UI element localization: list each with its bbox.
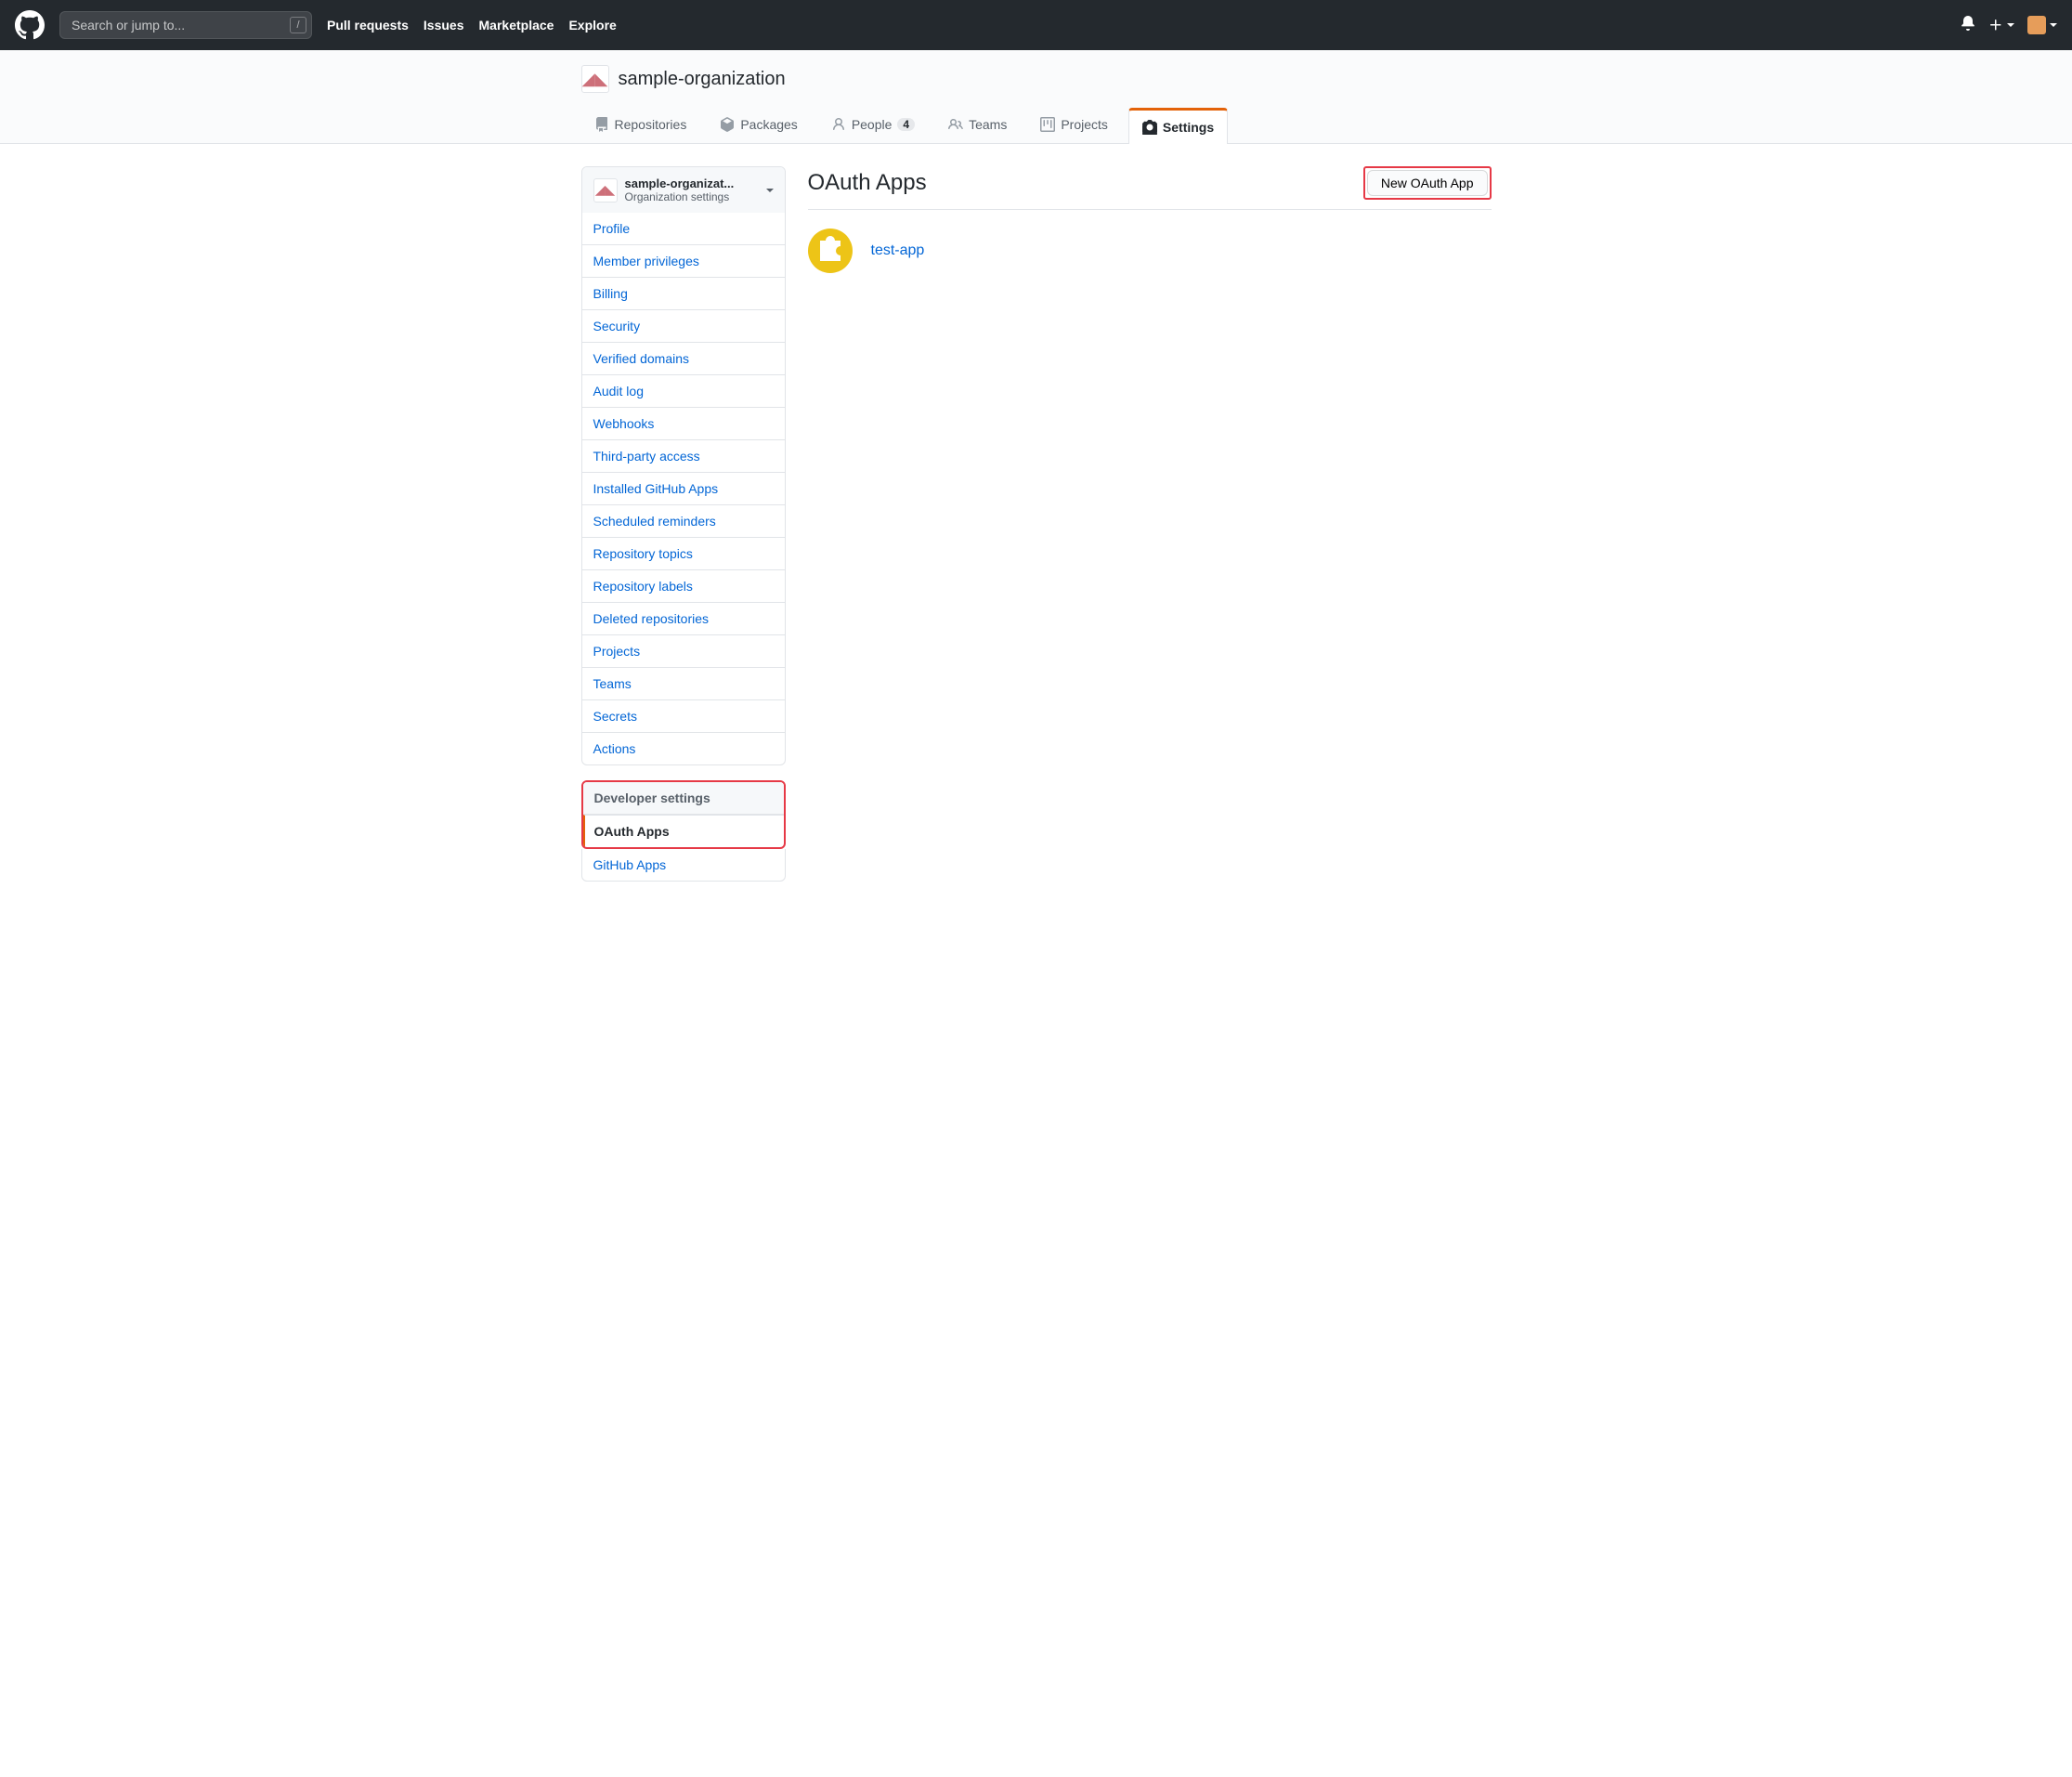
org-settings-menu: ◢◣ sample-organizat... Organization sett… xyxy=(581,166,786,765)
sidebar-item[interactable]: Scheduled reminders xyxy=(582,504,785,537)
top-nav: Pull requests Issues Marketplace Explore xyxy=(327,18,617,33)
org-name[interactable]: sample-organization xyxy=(619,69,786,90)
tab-projects[interactable]: Projects xyxy=(1027,108,1121,143)
app-puzzle-icon xyxy=(808,229,853,273)
nav-explore[interactable]: Explore xyxy=(568,18,616,33)
sidebar-item[interactable]: Deleted repositories xyxy=(582,602,785,634)
tab-settings[interactable]: Settings xyxy=(1128,108,1228,144)
tab-repositories[interactable]: Repositories xyxy=(581,108,700,143)
chevron-down-icon xyxy=(766,189,774,192)
nav-issues[interactable]: Issues xyxy=(424,18,464,33)
developer-settings-menu-cont: GitHub Apps xyxy=(581,849,786,882)
gear-icon xyxy=(1142,120,1157,135)
menu-header[interactable]: ◢◣ sample-organizat... Organization sett… xyxy=(582,167,785,213)
repo-icon xyxy=(594,117,609,132)
sidebar-item[interactable]: Audit log xyxy=(582,374,785,407)
menu-header-name: sample-organizat... xyxy=(625,176,735,190)
nav-marketplace[interactable]: Marketplace xyxy=(479,18,554,33)
tab-label: Settings xyxy=(1163,120,1214,135)
content-header: OAuth Apps New OAuth App xyxy=(808,166,1492,210)
sidebar-item[interactable]: Projects xyxy=(582,634,785,667)
github-logo-icon[interactable] xyxy=(15,10,45,40)
person-icon xyxy=(831,117,846,132)
nav-pull-requests[interactable]: Pull requests xyxy=(327,18,409,33)
package-icon xyxy=(720,117,735,132)
sidebar-item[interactable]: Repository topics xyxy=(582,537,785,569)
sidebar-item[interactable]: Member privileges xyxy=(582,244,785,277)
app-row: test-app xyxy=(808,210,1492,292)
search-input[interactable] xyxy=(59,11,312,39)
project-icon xyxy=(1040,117,1055,132)
sidebar-item-github-apps[interactable]: GitHub Apps xyxy=(582,849,785,881)
org-avatar-icon: ◢◣ xyxy=(593,178,618,203)
tab-packages[interactable]: Packages xyxy=(707,108,810,143)
sidebar-item[interactable]: Installed GitHub Apps xyxy=(582,472,785,504)
sidebar-item[interactable]: Teams xyxy=(582,667,785,699)
page-title: OAuth Apps xyxy=(808,170,927,196)
sidebar-item[interactable]: Security xyxy=(582,309,785,342)
avatar-icon xyxy=(2027,16,2046,34)
notifications-icon[interactable] xyxy=(1961,16,1975,35)
sidebar-item[interactable]: Actions xyxy=(582,732,785,764)
org-header: ◢◣ sample-organization xyxy=(581,65,1492,108)
tab-people[interactable]: People 4 xyxy=(818,108,928,143)
search-key-hint: / xyxy=(290,17,306,33)
tab-label: People xyxy=(852,117,893,132)
search-input-wrapper: / xyxy=(59,11,312,39)
settings-sidebar: ◢◣ sample-organizat... Organization sett… xyxy=(581,166,786,896)
tab-label: Repositories xyxy=(615,117,687,132)
user-avatar-dropdown[interactable] xyxy=(2027,16,2057,34)
topbar: / Pull requests Issues Marketplace Explo… xyxy=(0,0,2072,50)
sidebar-item[interactable]: Webhooks xyxy=(582,407,785,439)
caret-down-icon xyxy=(2050,23,2057,27)
tab-label: Packages xyxy=(740,117,797,132)
tab-label: Teams xyxy=(969,117,1007,132)
content: OAuth Apps New OAuth App test-app xyxy=(808,166,1492,896)
tab-label: Projects xyxy=(1061,117,1108,132)
caret-down-icon xyxy=(2007,23,2014,27)
tab-teams[interactable]: Teams xyxy=(935,108,1020,143)
new-oauth-app-button[interactable]: New OAuth App xyxy=(1367,170,1488,196)
sidebar-item[interactable]: Secrets xyxy=(582,699,785,732)
sidebar-item[interactable]: Third-party access xyxy=(582,439,785,472)
menu-header-sub: Organization settings xyxy=(625,190,735,203)
org-avatar-icon: ◢◣ xyxy=(581,65,609,93)
app-name-link[interactable]: test-app xyxy=(871,242,925,259)
people-count: 4 xyxy=(897,118,915,131)
sidebar-item[interactable]: Verified domains xyxy=(582,342,785,374)
topbar-right xyxy=(1961,16,2057,35)
dev-settings-header: Developer settings xyxy=(583,782,784,815)
org-tabs: Repositories Packages People 4 Teams Pro… xyxy=(581,108,1492,143)
sidebar-item-oauth-apps[interactable]: OAuth Apps xyxy=(583,815,784,847)
sidebar-item[interactable]: Profile xyxy=(582,213,785,244)
plus-dropdown[interactable] xyxy=(1988,18,2014,33)
developer-settings-menu: Developer settings OAuth Apps xyxy=(581,780,786,849)
sidebar-item[interactable]: Repository labels xyxy=(582,569,785,602)
main-layout: ◢◣ sample-organizat... Organization sett… xyxy=(581,144,1492,934)
subheader: ◢◣ sample-organization Repositories Pack… xyxy=(0,50,2072,144)
people-icon xyxy=(948,117,963,132)
sidebar-item[interactable]: Billing xyxy=(582,277,785,309)
